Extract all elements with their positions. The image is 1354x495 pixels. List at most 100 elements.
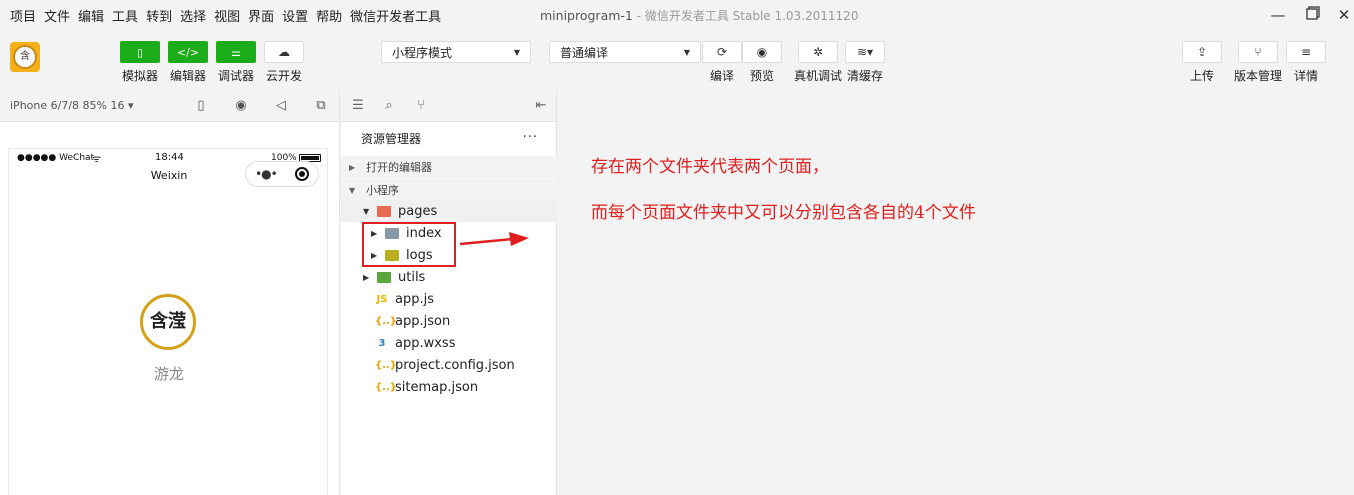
menu-item[interactable]: 项目: [0, 6, 36, 25]
more-icon[interactable]: •●•: [255, 167, 278, 181]
chevron-down-icon[interactable]: ▼: [363, 207, 373, 216]
tree-item-project-config-json[interactable]: {..} project.config.json: [341, 354, 557, 376]
annotation-line-2: 而每个页面文件夹中又可以分别包含各自的4个文件: [591, 203, 976, 223]
menu-item[interactable]: 选择: [170, 6, 206, 25]
more-icon[interactable]: ···: [523, 130, 538, 145]
toolbar-button-left-3[interactable]: ☁ 云开发: [264, 41, 304, 84]
toolbar-button-center-3[interactable]: ≋▾ 清缓存: [845, 41, 885, 84]
window-title-project: miniprogram-1: [540, 8, 633, 23]
toolbar-label: 调试器: [217, 69, 254, 83]
page-title: 游龙: [153, 365, 184, 383]
tree-item-app-json[interactable]: {..} app.json: [341, 310, 557, 332]
tree-item-label: pages: [398, 203, 438, 219]
open-editors-section[interactable]: ▶ 打开的编辑器: [341, 156, 557, 178]
toolbar-button-center-1[interactable]: ◉ 预览: [742, 41, 782, 84]
toolbar-button-left-0[interactable]: ▯ 模拟器: [120, 41, 160, 84]
toolbar-icon[interactable]: ⇪: [1182, 41, 1222, 63]
toolbar-icon[interactable]: ≡: [1286, 41, 1326, 63]
menu-item[interactable]: 界面: [238, 6, 274, 25]
toolbar-button-left-2[interactable]: ⚌ 调试器: [216, 41, 256, 84]
capsule-button[interactable]: •●•: [245, 161, 319, 187]
menu-item[interactable]: 转到: [136, 6, 172, 25]
toolbar-label: 版本管理: [1234, 69, 1283, 83]
menu-item[interactable]: 文件: [34, 6, 70, 25]
minimize-icon[interactable]: —: [1267, 4, 1289, 26]
toolbar-icon[interactable]: </>: [168, 41, 208, 63]
folder-icon: [377, 271, 391, 283]
toolbar-label: 详情: [1293, 69, 1318, 83]
app-logo: 含: [10, 42, 40, 72]
toolbar-button-right-2[interactable]: ≡ 详情: [1286, 41, 1326, 84]
explorer-toolbar: ☰ ⌕ ⑂ ⇤: [341, 90, 556, 122]
toolbar-button-center-2[interactable]: ✲ 真机调试: [794, 41, 842, 84]
arrow-right-icon: [459, 232, 529, 246]
tree-item-utils[interactable]: ▶ utils: [341, 266, 557, 288]
window-icon[interactable]: ⧉: [313, 98, 329, 114]
mode-select[interactable]: 小程序模式 ▼: [381, 41, 531, 63]
menu-item[interactable]: 微信开发者工具: [340, 6, 441, 25]
annotation-line-1: 存在两个文件夹代表两个页面，: [591, 157, 829, 177]
branch-icon[interactable]: ⑂: [413, 98, 429, 114]
project-section[interactable]: ▼ 小程序: [341, 179, 557, 201]
window-title: miniprogram-1 - 微信开发者工具 Stable 1.03.2011…: [540, 7, 858, 24]
highlight-box: [362, 222, 456, 267]
tree-item-label: sitemap.json: [395, 379, 479, 395]
toolbar-icon[interactable]: ◉: [742, 41, 782, 63]
toolbar-label: 清缓存: [846, 69, 883, 83]
folder-icon: [377, 205, 391, 217]
menu-item[interactable]: 设置: [272, 6, 308, 25]
device-select[interactable]: iPhone 6/7/8 85% 16 ▾: [10, 99, 134, 112]
toolbar-icon[interactable]: ⑂: [1238, 41, 1278, 63]
chevron-right-icon: ▶: [349, 162, 356, 172]
toolbar-icon[interactable]: ≋▾: [845, 41, 885, 63]
tree-item-sitemap-json[interactable]: {..} sitemap.json: [341, 376, 557, 398]
close-icon[interactable]: ✕: [1333, 4, 1354, 26]
tree-item-app-js[interactable]: JS app.js: [341, 288, 557, 310]
record-icon[interactable]: ◉: [233, 98, 249, 114]
chevron-right-icon[interactable]: ▶: [363, 273, 373, 282]
menu-item[interactable]: 帮助: [306, 6, 342, 25]
tree-item-label: app.wxss: [395, 335, 456, 351]
toolbar-label: 编译: [709, 69, 734, 83]
toolbar-button-right-1[interactable]: ⑂ 版本管理: [1234, 41, 1282, 84]
sound-icon[interactable]: ◁: [273, 98, 289, 114]
menu-item[interactable]: 工具: [102, 6, 138, 25]
toolbar-icon[interactable]: ▯: [120, 41, 160, 63]
compile-select[interactable]: 普通编译 ▼: [549, 41, 701, 63]
phone-icon[interactable]: ▯: [193, 98, 209, 114]
menu-item[interactable]: 视图: [204, 6, 240, 25]
toolbar-button-center-0[interactable]: ⟳ 编译: [702, 41, 742, 84]
simulator-panel: iPhone 6/7/8 85% 16 ▾ ▯ ◉ ◁ ⧉ ●●●●● WeCh…: [0, 90, 340, 495]
maximize-icon[interactable]: [1302, 4, 1324, 26]
toolbar-button-right-0[interactable]: ⇪ 上传: [1182, 41, 1222, 84]
toolbar-label: 模拟器: [121, 69, 158, 83]
wxss-file-icon: 3: [378, 337, 386, 349]
chevron-down-icon: ▼: [513, 47, 520, 57]
menu-item[interactable]: 编辑: [68, 6, 104, 25]
nav-bar: Weixin •●•: [9, 161, 327, 201]
page-logo: 含滢: [140, 294, 196, 350]
js-file-icon: JS: [376, 293, 388, 305]
simulator-toolbar: iPhone 6/7/8 85% 16 ▾ ▯ ◉ ◁ ⧉: [0, 90, 339, 122]
window-title-app: - 微信开发者工具 Stable 1.03.2011120: [632, 9, 859, 23]
section-label: 打开的编辑器: [366, 161, 432, 174]
toolbar-label: 预览: [749, 69, 774, 83]
tree-item-label: project.config.json: [395, 357, 515, 373]
toolbar-label: 上传: [1189, 69, 1214, 83]
mode-select-value: 小程序模式: [392, 45, 453, 60]
close-mini-program-icon[interactable]: [294, 167, 309, 181]
toolbar-label: 云开发: [265, 69, 302, 83]
tree-item-app-wxss[interactable]: 3 app.wxss: [341, 332, 557, 354]
wifi-icon: ᯤ: [92, 154, 102, 165]
collapse-panel-icon[interactable]: ⇤: [533, 98, 549, 114]
search-icon[interactable]: ⌕: [381, 98, 397, 114]
tree-item-pages[interactable]: ▼ pages: [341, 200, 557, 222]
toolbar-icon[interactable]: ⟳: [702, 41, 742, 63]
phone-screen: ●●●●● WeChat ᯤ 18:44 100% Weixin •●• 含滢 …: [8, 148, 328, 495]
list-icon[interactable]: ☰: [350, 98, 366, 114]
toolbar-icon[interactable]: ⚌: [216, 41, 256, 63]
chevron-down-icon: ▼: [683, 47, 690, 57]
toolbar-icon[interactable]: ☁: [264, 41, 304, 63]
toolbar-button-left-1[interactable]: </> 编辑器: [168, 41, 208, 84]
toolbar-icon[interactable]: ✲: [798, 41, 838, 63]
